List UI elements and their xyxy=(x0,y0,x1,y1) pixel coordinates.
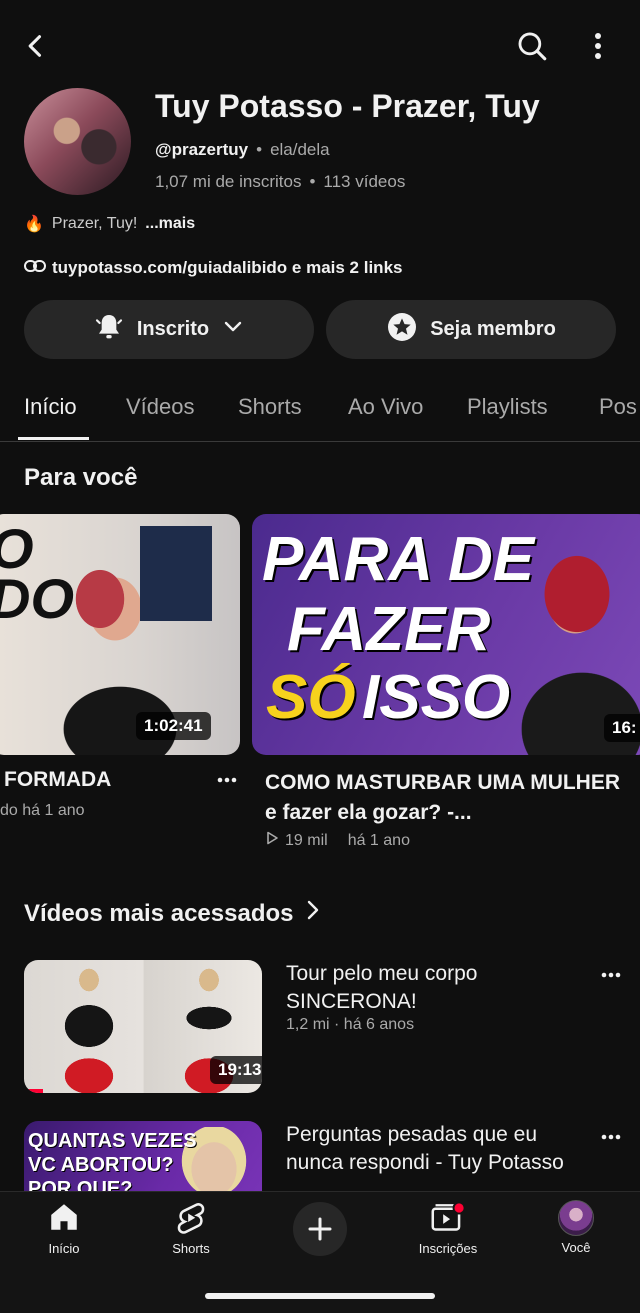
shorts-icon xyxy=(174,1200,208,1237)
video-meta: do há 1 ano xyxy=(0,802,85,819)
channel-tabs: Início Vídeos Shorts Ao Vivo Playlists P… xyxy=(0,380,640,442)
plus-icon xyxy=(293,1202,347,1256)
video-title[interactable]: Tour pelo meu corpo SINCERONA! xyxy=(286,960,586,1016)
nav-subscriptions[interactable]: Inscrições xyxy=(398,1200,498,1256)
star-badge-icon xyxy=(386,311,418,349)
nav-you[interactable]: Você xyxy=(526,1200,626,1255)
links-text: tuypotasso.com/guiadalibido e mais 2 lin… xyxy=(52,258,403,277)
video-title[interactable]: COMO MASTURBAR UMA MULHER e fazer ela go… xyxy=(265,768,635,828)
chevron-right-icon xyxy=(303,898,323,929)
nav-shorts[interactable]: Shorts xyxy=(141,1200,241,1256)
thumbnail-text-highlight: SÓ xyxy=(266,663,356,732)
tab-playlists[interactable]: Playlists xyxy=(467,394,548,420)
video-duration: 1:02:41 xyxy=(136,712,211,740)
view-count: 19 mil xyxy=(285,831,328,849)
nav-subscriptions-label: Inscrições xyxy=(418,1241,478,1256)
home-indicator xyxy=(205,1293,435,1299)
tab-shorts[interactable]: Shorts xyxy=(238,394,302,420)
video-menu-icon[interactable] xyxy=(596,1124,626,1150)
tab-videos[interactable]: Vídeos xyxy=(126,394,195,420)
thumbnail-text: ISSO xyxy=(362,663,511,732)
nav-home-label: Início xyxy=(48,1241,80,1256)
chevron-down-icon xyxy=(221,315,245,345)
video-thumbnail[interactable]: 19:13 xyxy=(24,960,262,1093)
thumbnail-text: PARA DE xyxy=(262,525,535,594)
thumbnail-figure xyxy=(54,966,124,1093)
subscriptions-icon xyxy=(430,1200,466,1237)
back-arrow-icon[interactable] xyxy=(14,24,58,68)
upload-age: há 1 ano xyxy=(347,831,410,849)
separator-dot: • xyxy=(309,172,316,191)
channel-avatar[interactable] xyxy=(24,88,131,195)
home-icon xyxy=(47,1200,81,1237)
subscribe-button[interactable]: Inscrito xyxy=(24,300,314,359)
create-button[interactable] xyxy=(270,1202,370,1256)
video-title[interactable]: FORMADA xyxy=(4,768,111,792)
video-duration: 16: xyxy=(604,714,640,742)
thumbnail-text: ODO xyxy=(0,521,74,631)
section-title-popular[interactable]: Vídeos mais acessados xyxy=(24,898,323,929)
video-meta: 19 mil há 1 ano xyxy=(265,831,410,850)
fire-emoji: 🔥 xyxy=(24,216,44,233)
user-avatar xyxy=(558,1200,594,1236)
video-title[interactable]: Perguntas pesadas que eu nunca respondi … xyxy=(286,1121,596,1177)
nav-home[interactable]: Início xyxy=(14,1200,114,1256)
tab-inicio[interactable]: Início xyxy=(24,394,77,420)
search-icon[interactable] xyxy=(510,24,554,68)
subscriber-count: 1,07 mi de inscritos xyxy=(155,172,302,191)
thumbnail-poster xyxy=(140,526,212,621)
video-duration: 19:13 xyxy=(210,1056,262,1084)
bell-icon xyxy=(93,311,125,349)
more-options-icon[interactable] xyxy=(576,24,620,68)
popular-title-text: Vídeos mais acessados xyxy=(24,899,294,927)
channel-links[interactable]: tuypotasso.com/guiadalibido e mais 2 lin… xyxy=(24,258,402,278)
description-text: Prazer, Tuy! xyxy=(51,215,138,232)
description-more-link[interactable]: ...mais xyxy=(145,215,195,233)
video-thumbnail[interactable]: ODO 1:02:41 xyxy=(0,514,240,755)
link-icon xyxy=(24,258,46,278)
separator-dot: • xyxy=(256,140,263,159)
video-meta: 1,2 mi · há 6 anos xyxy=(286,1016,415,1033)
nav-you-label: Você xyxy=(561,1240,591,1255)
tab-live[interactable]: Ao Vivo xyxy=(348,394,423,420)
nav-shorts-label: Shorts xyxy=(172,1241,210,1256)
video-menu-icon[interactable] xyxy=(596,962,626,988)
channel-handle-line: @prazertuy • ela/dela xyxy=(155,140,330,160)
section-title-for-you: Para você xyxy=(24,464,138,491)
video-thumbnail[interactable]: PARA DE FAZER SÓ ISSO 16: xyxy=(252,514,640,755)
video-count: 113 vídeos xyxy=(323,172,406,191)
play-icon xyxy=(265,831,279,850)
video-menu-icon[interactable] xyxy=(212,766,242,794)
watch-progress-bar xyxy=(24,1089,44,1093)
join-membership-button[interactable]: Seja membro xyxy=(326,300,616,359)
channel-stats: 1,07 mi de inscritos • 113 vídeos xyxy=(155,172,405,192)
thumbnail-text: FAZER xyxy=(287,595,491,664)
active-tab-indicator xyxy=(18,437,89,440)
channel-pronouns: ela/dela xyxy=(270,140,330,159)
channel-handle: @prazertuy xyxy=(155,140,249,159)
channel-description[interactable]: 🔥 Prazer, Tuy! ...mais xyxy=(24,214,195,234)
join-label: Seja membro xyxy=(430,318,556,340)
channel-name: Tuy Potasso - Prazer, Tuy xyxy=(155,88,540,124)
tab-posts[interactable]: Pos xyxy=(599,394,637,420)
subscribe-label: Inscrito xyxy=(136,318,210,340)
